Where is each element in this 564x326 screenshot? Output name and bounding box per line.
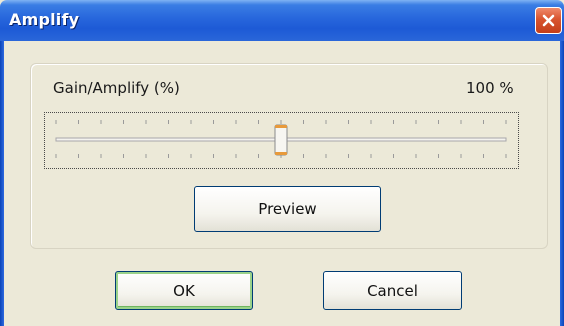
window-title: Amplify [9,10,80,29]
gain-slider[interactable] [44,112,519,169]
close-icon [542,14,555,27]
window-frame-right [560,41,564,326]
title-bar[interactable]: Amplify [0,0,564,41]
gain-value: 100 % [466,79,514,97]
slider-thumb[interactable] [274,124,288,156]
close-button[interactable] [535,7,562,34]
cancel-button[interactable]: Cancel [323,271,462,310]
amplify-dialog: Amplify Gain/Amplify (%) 100 % Preview O… [0,0,564,326]
gain-label: Gain/Amplify (%) [53,79,180,97]
ok-button[interactable]: OK [115,271,253,310]
window-frame-left [0,41,4,326]
preview-button[interactable]: Preview [194,186,381,232]
gain-slider-track [55,120,507,158]
